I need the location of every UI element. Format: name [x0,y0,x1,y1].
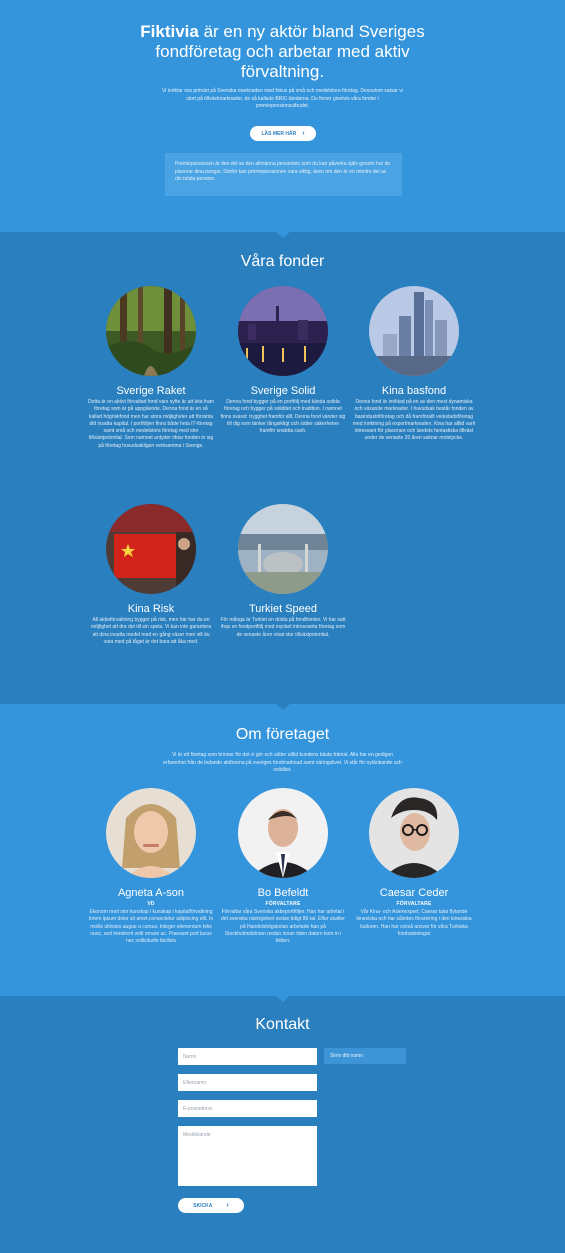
person-name: Agneta A-son [117,887,185,899]
divider-arrow [275,703,291,710]
person-description: Förvaltar våra Svenska aktieportföljer. … [221,909,345,945]
name-placeholder: Namn [183,1053,197,1060]
fund-photo-forest [106,286,196,376]
hero-section: Fiktivia är en ny aktör bland Sveriges f… [0,0,565,232]
divider-arrow [275,995,291,1002]
person-card: Caesar Ceder FÖRVALTARE Vår Kina- och As… [351,788,477,938]
person-photo-bo [238,788,328,878]
fund-card[interactable]: Sverige Solid Denna fond bygger på en po… [220,286,346,435]
send-button[interactable]: SKICKA › [178,1198,244,1213]
fund-card[interactable]: Turkiet Speed För många är Turkiet en do… [220,504,346,639]
person-name: Bo Befeldt [257,887,309,899]
brand-name: Fiktivia [140,22,199,41]
fund-description: Detta är en aktivt förvaltad fond vars s… [88,399,214,449]
message-placeholder: Meddelande [183,1132,211,1138]
email-placeholder: E-postadress [183,1105,213,1112]
person-role: VD [147,901,155,907]
contact-section: Kontakt Namn Skriv ditt namn Efternamn E… [0,996,565,1253]
person-description: Vår Kina- och Asienexpert, Caesar talar … [356,909,472,937]
lastname-placeholder: Efternamn [183,1079,207,1086]
person-photo-agneta [106,788,196,878]
fund-card[interactable]: Kina Risk All aktieförvaltning bygger på… [88,504,214,646]
chevron-right-icon: › [302,130,305,137]
chevron-right-icon: › [226,1202,229,1209]
person-card: Bo Befeldt FÖRVALTARE Förvaltar våra Sve… [220,788,346,945]
person-name: Caesar Ceder [379,887,449,899]
fund-description: All aktieförvaltning bygger på risk, men… [91,617,211,645]
fund-description: Denna fond är inriktad på en av den mest… [352,399,476,442]
about-lead: Vi är ett företag som brinner för det vi… [163,752,402,773]
funds-section: Våra fonder Sverige Raket Detta är en ak… [0,232,565,704]
person-role: FÖRVALTARE [396,901,432,907]
fund-name: Sverige Raket [116,385,186,397]
about-section: Om företaget Vi är ett företag som brinn… [0,704,565,996]
message-field[interactable]: Meddelande [178,1126,317,1186]
fund-photo-china-flag [106,504,196,594]
fund-card[interactable]: Kina basfond Denna fond är inriktad på e… [351,286,477,443]
fund-name: Kina basfond [381,385,447,397]
send-label: SKICKA [193,1202,213,1209]
hero-intro: Vi inriktar oss primärt på Svenska markn… [162,88,403,109]
read-more-button[interactable]: LÄS MER HÄR › [250,126,316,141]
name-hint-tooltip: Skriv ditt namn [324,1048,406,1064]
person-card: Agneta A-son VD Ekonom med stor kunskap … [88,788,214,945]
about-title: Om företaget [235,726,330,743]
funds-title: Våra fonder [240,253,325,270]
person-role: FÖRVALTARE [265,901,301,907]
contact-title: Kontakt [255,1016,310,1033]
fund-name: Kina Risk [127,603,175,615]
fund-name: Sverige Solid [250,385,316,397]
fund-description: För många är Turkiet en dolda på fondhim… [220,617,346,638]
pension-note: Premiepensionen är den del av den allmän… [165,153,402,196]
person-photo-caesar [369,788,459,878]
fund-description: Denna fond bygger på en portfölj med kän… [220,399,346,435]
name-field[interactable]: Namn [178,1048,317,1065]
lastname-field[interactable]: Efternamn [178,1074,317,1091]
fund-card[interactable]: Sverige Raket Detta är en aktivt förvalt… [88,286,214,450]
fund-photo-skyline [369,286,459,376]
email-field[interactable]: E-postadress [178,1100,317,1117]
divider-arrow [275,231,291,238]
person-description: Ekonom med stor kunskap i kunskap i kapi… [88,909,214,945]
hero-headline: Fiktivia är en ny aktör bland Sveriges f… [140,22,425,82]
read-more-label: LÄS MER HÄR [261,130,297,137]
fund-name: Turkiet Speed [248,603,318,615]
fund-photo-istanbul [238,504,328,594]
fund-photo-stockholm [238,286,328,376]
